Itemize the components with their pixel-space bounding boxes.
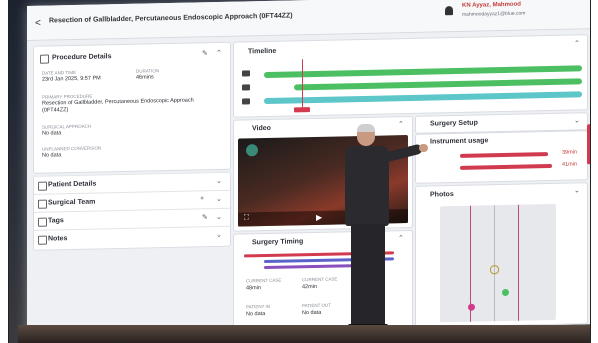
frame-border-right xyxy=(590,0,598,343)
current-case-label-2: CURRENT CASE xyxy=(302,276,338,283)
timeline-track-green xyxy=(264,65,582,79)
chevron-down-icon[interactable]: ⌄ xyxy=(574,186,580,194)
chevron-up-icon[interactable]: ⌃ xyxy=(216,49,222,57)
surgery-timing-title: Surgery Timing xyxy=(252,238,304,247)
chevron-down-icon[interactable]: ⌄ xyxy=(216,177,222,185)
conversion-label: UNPLANNED CONVERSION xyxy=(42,145,102,152)
current-case-value-2: 42min xyxy=(302,283,317,291)
presentation-photo: < Resection of Gallbladder, Percutaneous… xyxy=(9,0,590,343)
duration-value: 46mins xyxy=(136,74,154,81)
play-icon[interactable]: ▶ xyxy=(316,213,322,222)
usage-value-1: 39min xyxy=(562,149,577,156)
anatomy-diagram[interactable] xyxy=(440,203,556,323)
page-title: Resection of Gallbladder, Percutaneous E… xyxy=(49,12,293,25)
patient-out-label: PATIENT OUT xyxy=(302,302,332,309)
user-name[interactable]: KN Ayyaz, Mahmood xyxy=(462,2,521,9)
usage-value-2: 41min xyxy=(562,161,577,168)
port-marker-yellow[interactable] xyxy=(490,265,499,275)
add-member-icon[interactable]: + xyxy=(200,195,204,202)
diagram-line-right xyxy=(518,204,519,321)
tags-title: Tags xyxy=(48,217,64,225)
usage-bar-2 xyxy=(460,164,552,170)
instrument-usage-title: Instrument usage xyxy=(430,137,489,146)
edit-icon[interactable]: ✎ xyxy=(202,49,208,57)
timeline-track-green-2 xyxy=(294,78,582,91)
tag-icon xyxy=(38,217,47,227)
back-button[interactable]: < xyxy=(35,18,41,29)
timeline-playhead-handle[interactable] xyxy=(294,107,310,113)
duration-label: DURATION xyxy=(136,68,160,74)
app-header: < Resection of Gallbladder, Percutaneous… xyxy=(27,0,590,42)
presenter-hair xyxy=(357,124,375,132)
video-title: Video xyxy=(252,124,271,133)
video-overlay-logo xyxy=(246,144,258,157)
photos-panel: Photos ⌄ xyxy=(415,182,588,328)
chevron-up-icon[interactable]: ⌃ xyxy=(574,39,580,47)
date-value: 23rd Jan 2025, 9:57 PM xyxy=(42,75,101,83)
timeline-panel: Timeline ⌃ xyxy=(233,34,588,118)
stage-floor xyxy=(18,325,590,343)
chevron-down-icon[interactable]: ⌄ xyxy=(216,195,222,203)
user-email: mahmoodayyaz1@blue.com xyxy=(462,10,526,18)
photos-title: Photos xyxy=(430,191,454,199)
presenter xyxy=(339,124,428,336)
conversion-value: No data xyxy=(42,152,62,159)
chevron-down-icon[interactable]: ⌄ xyxy=(216,213,222,221)
chevron-down-icon[interactable]: ⌄ xyxy=(216,231,222,239)
procedure-details-panel: Procedure Details ✎ ⌃ DATE AND TIME 23rd… xyxy=(33,41,231,174)
photo-frame: < Resection of Gallbladder, Percutaneous… xyxy=(0,0,598,343)
instrument-usage-panel: Instrument usage 39min 41min xyxy=(415,130,588,184)
port-marker-pink[interactable] xyxy=(468,303,475,311)
procedure-icon xyxy=(40,54,49,64)
timeline-playhead[interactable] xyxy=(302,59,303,110)
timeline-icon-instrument xyxy=(242,84,250,91)
surgical-team-title: Surgical Team xyxy=(48,198,96,207)
timeline-icon-camera xyxy=(242,70,250,77)
edit-icon[interactable]: ✎ xyxy=(202,213,208,221)
chevron-down-icon[interactable]: ⌄ xyxy=(574,116,580,124)
presenter-hand xyxy=(419,144,428,152)
timeline-title: Timeline xyxy=(248,47,277,56)
surgery-setup-title: Surgery Setup xyxy=(430,119,478,128)
current-case-value: 48min xyxy=(246,285,261,292)
patient-out-value: No data xyxy=(302,309,322,317)
primary-label: PRIMARY PROCEDURE xyxy=(42,93,93,100)
diagram-line-center xyxy=(494,205,495,322)
presenter-legs xyxy=(351,224,385,328)
notes-title: Notes xyxy=(48,235,68,243)
date-label: DATE AND TIME xyxy=(42,69,77,76)
patient-in-value: No data xyxy=(246,311,266,318)
bell-icon[interactable] xyxy=(445,6,453,16)
current-case-label: CURRENT CASE xyxy=(246,277,282,284)
frame-border-left xyxy=(0,0,9,343)
timeline-icon-person xyxy=(242,98,250,105)
notes-row[interactable]: Notes ⌄ xyxy=(34,225,230,249)
approach-label: SURGICAL APPROACH xyxy=(42,123,92,130)
collapsed-sections: Patient Details ⌄ Surgical Team + ⌄ Tags… xyxy=(33,171,231,251)
primary-value: Resection of Gallbladder, Percutaneous E… xyxy=(42,97,194,114)
approach-value: No data xyxy=(42,130,62,137)
team-icon xyxy=(38,199,47,209)
patient-icon xyxy=(38,181,47,191)
projected-screen: < Resection of Gallbladder, Percutaneous… xyxy=(27,0,590,336)
patient-in-label: PATIENT IN xyxy=(246,303,271,310)
patient-details-title: Patient Details xyxy=(48,180,97,189)
usage-bar-1 xyxy=(460,152,548,158)
timeline-track-teal xyxy=(264,91,582,105)
fullscreen-icon[interactable]: ⛶ xyxy=(244,214,249,222)
notes-icon xyxy=(38,235,47,245)
procedure-details-title: Procedure Details xyxy=(52,53,112,62)
port-marker-green[interactable] xyxy=(502,288,509,297)
